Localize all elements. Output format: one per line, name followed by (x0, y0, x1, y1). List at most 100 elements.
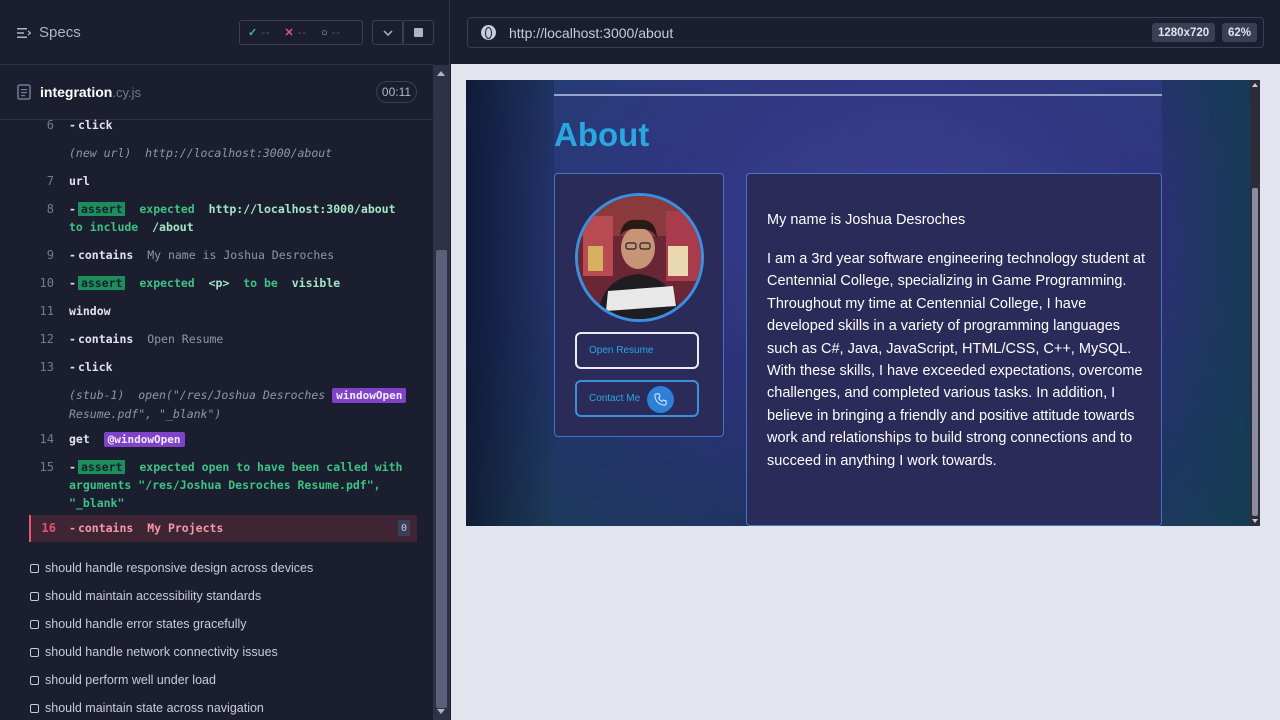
alias-tag: @windowOpen (103, 432, 185, 447)
command-name: url (69, 174, 90, 188)
background-shade (466, 80, 556, 526)
assert-value: visible (291, 276, 341, 290)
app-scrollbar[interactable] (1250, 80, 1260, 526)
command-row[interactable]: 9 - contains My name is Joshua Desroches (0, 244, 433, 266)
failed-command-row[interactable]: 16 - contains My Projects 0 (29, 515, 417, 542)
failed-count: -- (297, 26, 308, 39)
test-title: should handle error states gracefully (45, 617, 247, 631)
app-viewport: About Open Resume Contact Me My name is … (466, 80, 1260, 526)
url-bar[interactable]: http://localhost:3000/about 1280x720 62% (467, 17, 1264, 48)
test-stats: ✓ -- ✕ -- ○ -- (239, 20, 363, 45)
check-icon: ✓ (248, 27, 258, 39)
assert-tag: assert (77, 202, 126, 216)
stop-icon (413, 28, 423, 37)
file-ext: .cy.js (112, 85, 141, 100)
test-item[interactable]: should maintain accessibility standards (30, 586, 430, 606)
command-row[interactable]: 6 - click (0, 114, 433, 136)
command-name: contains (77, 332, 134, 346)
viewport-size-badge[interactable]: 1280x720 (1152, 23, 1216, 42)
command-arg: My name is Joshua Desroches (147, 248, 335, 262)
document-icon (17, 84, 31, 100)
duration-badge: 00:11 (376, 81, 417, 103)
globe-icon (481, 25, 496, 40)
command-prefix: (stub-1) (69, 388, 125, 402)
command-number: 13 (39, 360, 54, 374)
test-item[interactable]: should handle network connectivity issue… (30, 642, 430, 662)
specs-toggle[interactable]: Specs (17, 24, 81, 41)
command-row[interactable]: 13 - click (0, 356, 433, 378)
command-row[interactable]: 15 - assert expected open to have been ca… (0, 456, 433, 514)
command-number: 15 (39, 460, 54, 474)
specs-title: Specs (39, 24, 81, 41)
test-title: should perform well under load (45, 673, 216, 687)
command-number: 12 (39, 332, 54, 346)
assert-text: to be (243, 276, 278, 290)
command-row[interactable]: 12 - contains Open Resume (0, 328, 433, 350)
page-title: About (554, 116, 650, 153)
command-row[interactable]: 11 window (0, 300, 433, 322)
command-number: 10 (39, 276, 54, 290)
command-row[interactable]: (stub-1) open("/res/Joshua Desroches win… (0, 384, 433, 424)
file-name-text: integration (40, 84, 113, 100)
open-resume-button[interactable]: Open Resume (575, 332, 699, 369)
spec-file-row[interactable]: integration.cy.js 00:11 (0, 66, 433, 120)
command-message: Resume.pdf", "_blank") (69, 407, 222, 421)
command-name: contains (77, 521, 134, 535)
assert-text: expected (139, 276, 195, 290)
cypress-runner: Specs ✓ -- ✕ -- ○ -- integration.cy.js 00:1… (0, 0, 1280, 720)
profile-card: Open Resume Contact Me (554, 173, 724, 437)
command-message: http://localhost:3000/about (145, 146, 333, 160)
assert-value: http://localhost:3000/about (208, 202, 396, 216)
command-number: 14 (39, 432, 54, 446)
zoom-badge[interactable]: 62% (1222, 23, 1258, 42)
menu-lines-icon (17, 27, 31, 38)
test-item[interactable]: should handle error states gracefully (30, 614, 430, 634)
command-arg: Open Resume (147, 332, 224, 346)
scroll-down-icon[interactable] (1252, 519, 1258, 523)
test-item[interactable]: should handle responsive design across d… (30, 558, 430, 578)
command-row[interactable]: (new url) http://localhost:3000/about (0, 142, 433, 164)
chevron-down-icon (383, 29, 393, 36)
assert-tag: assert (77, 460, 126, 474)
test-item[interactable]: should perform well under load (30, 670, 430, 690)
alias-tag: windowOpen (332, 388, 407, 403)
contact-me-button[interactable]: Contact Me (575, 380, 699, 417)
pending-count: -- (331, 26, 342, 39)
scroll-thumb[interactable] (1252, 188, 1258, 516)
scroll-thumb[interactable] (436, 250, 447, 708)
command-row[interactable]: 10 - assert expected <p> to be visible (0, 272, 433, 294)
pending-checkbox-icon (30, 619, 39, 629)
reporter-scrollbar[interactable] (433, 65, 450, 720)
test-item[interactable]: should maintain state across navigation (30, 698, 430, 718)
scroll-up-icon[interactable] (1252, 83, 1258, 87)
command-number: 6 (46, 118, 54, 132)
command-name: contains (77, 248, 134, 262)
background-shade (1160, 80, 1250, 526)
test-title: should maintain accessibility standards (45, 589, 262, 603)
scroll-up-icon[interactable] (437, 71, 445, 76)
pending-checkbox-icon (30, 647, 39, 657)
command-row[interactable]: 7 url (0, 170, 433, 192)
aut-preview: http://localhost:3000/about 1280x720 62%… (451, 0, 1280, 720)
collapse-button[interactable] (372, 20, 404, 45)
command-row[interactable]: 8 - assert expected http://localhost:3000… (0, 198, 433, 238)
pending-icon: ○ (321, 26, 328, 39)
pending-checkbox-icon (30, 591, 39, 601)
command-message: open("/res/Joshua Desroches (138, 388, 326, 402)
scroll-down-icon[interactable] (437, 709, 445, 714)
command-name: window (69, 304, 111, 318)
command-arg: My Projects (147, 521, 224, 535)
test-title: should handle responsive design across d… (45, 561, 314, 575)
assert-tag: assert (77, 276, 126, 290)
command-number: 11 (39, 304, 54, 318)
contact-label: Contact Me (589, 393, 641, 404)
command-row[interactable]: 14 get @windowOpen (0, 428, 433, 450)
spec-file-name: integration.cy.js (40, 84, 141, 100)
element-count-badge: 0 (398, 520, 410, 536)
pending-checkbox-icon (30, 563, 39, 573)
stop-button[interactable] (402, 20, 434, 45)
profile-photo (578, 196, 701, 319)
preview-header: http://localhost:3000/about 1280x720 62% (451, 0, 1280, 64)
command-number: 8 (46, 202, 54, 216)
assert-text: to include (69, 220, 139, 234)
